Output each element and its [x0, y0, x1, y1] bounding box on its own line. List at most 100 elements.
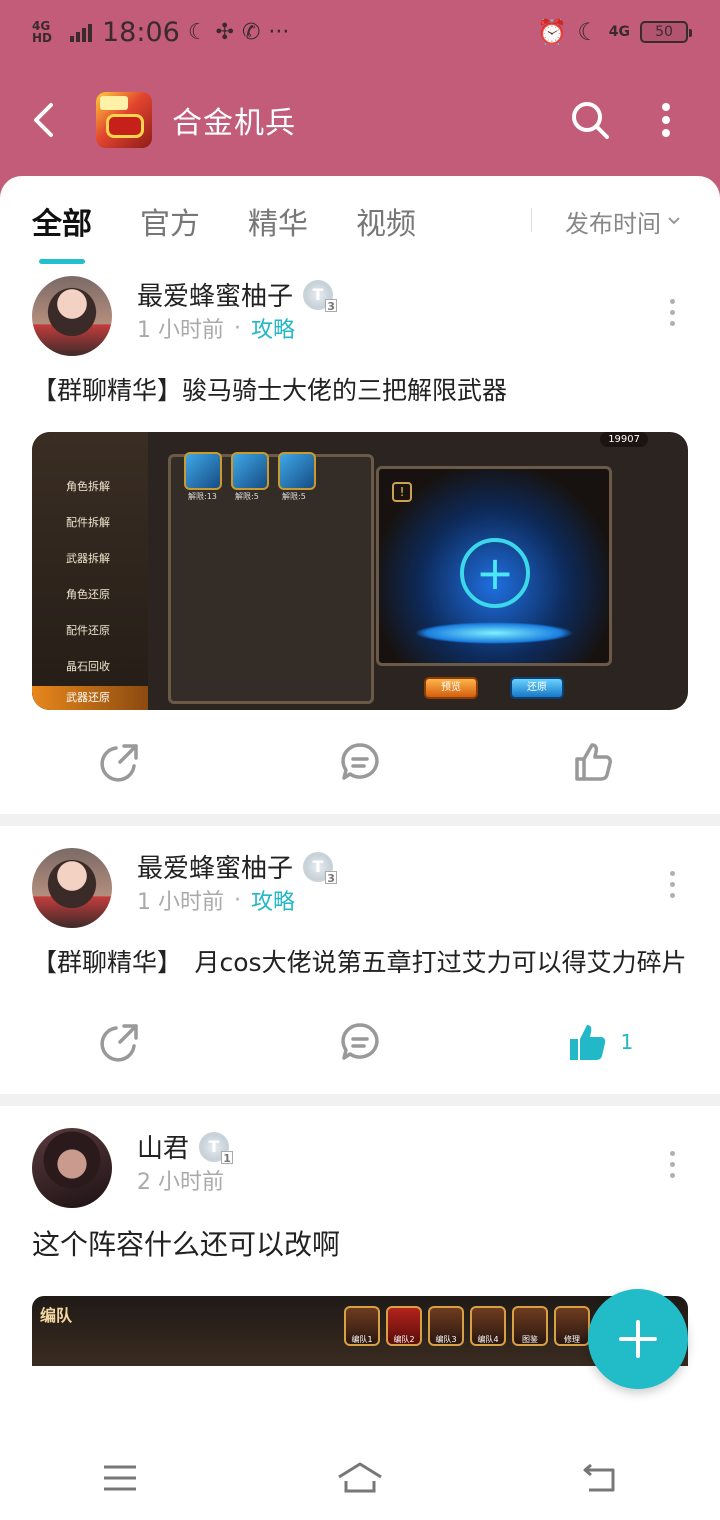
game-menu: 角色拆解 配件拆解 武器拆解 角色还原 配件还原 晶石回收 武器还原	[32, 432, 148, 710]
thumbs-up-filled-icon	[569, 1025, 605, 1060]
menu-icon	[104, 1465, 136, 1491]
more-vertical-icon	[662, 103, 670, 137]
game-icon[interactable]	[96, 92, 152, 148]
meta-dot: ·	[234, 887, 241, 913]
sort-dropdown[interactable]: 发布时间	[565, 176, 681, 266]
back-button[interactable]	[0, 64, 86, 176]
chevron-down-icon	[668, 217, 680, 225]
signal-icon	[70, 22, 92, 42]
fan-icon: ✣	[215, 19, 234, 45]
post-card[interactable]: 最爱蜂蜜柚子 T3 1 小时前 · 攻略 【群聊精华】 月cos大佬说第五章打过…	[0, 826, 720, 1094]
post-time: 1 小时前	[137, 318, 224, 343]
portal-plus-icon: +	[460, 538, 530, 608]
post-more-button[interactable]	[652, 864, 692, 904]
game-chip: 修理	[554, 1306, 590, 1346]
game-menu-item: 配件拆解	[66, 516, 110, 529]
like-button[interactable]	[480, 742, 720, 782]
author-name[interactable]: 山君	[137, 1128, 189, 1165]
game-menu-item: 角色拆解	[66, 480, 110, 493]
user-title-badge: T1	[199, 1131, 234, 1165]
comment-button[interactable]	[240, 742, 480, 782]
post-title[interactable]: 【群聊精华】骏马骑士大佬的三把解限武器	[0, 370, 720, 412]
tab-video[interactable]: 视频	[356, 176, 416, 266]
post-card[interactable]: 最爱蜂蜜柚子 T3 1 小时前 · 攻略 【群聊精华】骏马骑士大佬的三把解限武器…	[0, 266, 720, 814]
moon-icon: ☾	[577, 18, 599, 46]
sort-label: 发布时间	[565, 209, 661, 238]
battery-icon: 50	[640, 21, 692, 43]
weapon-slot: 解限:5	[278, 452, 316, 501]
post-more-button[interactable]	[652, 292, 692, 332]
avatar[interactable]	[32, 1128, 112, 1208]
network-type: 4G HD	[32, 19, 53, 45]
search-button[interactable]	[552, 82, 628, 158]
game-menu-item: 武器拆解	[66, 552, 110, 565]
restore-button: 还原	[510, 677, 564, 699]
weapon-slot: 解限:13	[184, 452, 222, 501]
status-bar: 4G HD 18:06 ☾ ✣ ✆ ··· ⏰ ☾ 4G 50	[0, 0, 720, 64]
share-icon	[100, 744, 138, 782]
tab-featured[interactable]: 精华	[248, 176, 308, 266]
home-icon	[338, 1462, 382, 1493]
game-screen-title: 编队	[40, 1306, 73, 1325]
tab-official[interactable]: 官方	[140, 176, 200, 266]
thumbs-up-icon	[575, 743, 612, 781]
post-time: 2 小时前	[137, 1170, 224, 1195]
right-network: 4G	[608, 24, 630, 40]
phone-icon: ✆	[241, 19, 261, 45]
share-button[interactable]	[0, 1022, 240, 1062]
back-nav-icon	[583, 1463, 615, 1492]
author-name[interactable]: 最爱蜂蜜柚子	[137, 848, 293, 885]
post-tag[interactable]: 攻略	[251, 312, 295, 344]
post-more-button[interactable]	[652, 1144, 692, 1184]
recent-apps-button[interactable]	[80, 1448, 160, 1508]
post-tag[interactable]: 攻略	[251, 884, 295, 916]
back-nav-button[interactable]	[560, 1448, 640, 1508]
game-menu-item: 角色还原	[66, 588, 110, 601]
game-chip: 图鉴	[512, 1306, 548, 1346]
tab-all[interactable]: 全部	[32, 176, 92, 266]
tab-divider	[531, 208, 532, 232]
overflow-menu-button[interactable]	[628, 82, 704, 158]
create-post-button[interactable]	[588, 1289, 688, 1389]
divider	[0, 814, 720, 826]
author-name[interactable]: 最爱蜂蜜柚子	[137, 276, 293, 313]
plus-icon	[619, 1320, 657, 1358]
user-title-badge: T3	[303, 279, 338, 313]
system-nav-bar	[0, 1436, 720, 1520]
avatar[interactable]	[32, 276, 112, 356]
comment-button[interactable]	[240, 1022, 480, 1062]
home-button[interactable]	[320, 1448, 400, 1508]
post-actions	[0, 710, 720, 814]
game-chip: 编队2	[386, 1306, 422, 1346]
post-title[interactable]: 【群聊精华】 月cos大佬说第五章打过艾力可以得艾力碎片	[0, 942, 720, 984]
post-feed: 最爱蜂蜜柚子 T3 1 小时前 · 攻略 【群聊精华】骏马骑士大佬的三把解限武器…	[0, 266, 720, 1366]
back-arrow-icon	[34, 103, 53, 137]
game-menu-item: 配件还原	[66, 624, 110, 637]
post-time: 1 小时前	[137, 890, 224, 915]
share-button[interactable]	[0, 742, 240, 782]
warning-icon: !	[392, 482, 412, 502]
like-button-active[interactable]: 1	[480, 1022, 720, 1062]
game-chip: 编队1	[344, 1306, 380, 1346]
comment-icon	[341, 1023, 379, 1060]
game-chip: 编队4	[470, 1306, 506, 1346]
divider	[0, 1094, 720, 1106]
moon-icon: ☾	[187, 19, 208, 45]
post-image[interactable]: 角色拆解 配件拆解 武器拆解 角色还原 配件还原 晶石回收 武器还原 解限:13…	[32, 432, 688, 710]
preview-button: 预览	[424, 677, 478, 699]
alarm-icon: ⏰	[537, 18, 568, 46]
currency-readout: 19907	[600, 432, 648, 447]
tab-bar: 全部 官方 精华 视频 发布时间	[0, 176, 720, 266]
comment-icon	[341, 743, 379, 780]
game-chip: 编队3	[428, 1306, 464, 1346]
game-menu-item: 晶石回收	[66, 660, 110, 673]
avatar[interactable]	[32, 848, 112, 928]
post-title[interactable]: 这个阵容什么还可以改啊	[0, 1224, 720, 1266]
user-title-badge: T3	[303, 851, 338, 885]
more-status-icon: ···	[268, 19, 290, 45]
game-menu-item-active: 武器还原	[32, 686, 148, 710]
page-title: 合金机兵	[172, 106, 296, 141]
portal-glow	[414, 622, 574, 644]
meta-dot: ·	[234, 315, 241, 341]
search-icon	[572, 102, 609, 139]
